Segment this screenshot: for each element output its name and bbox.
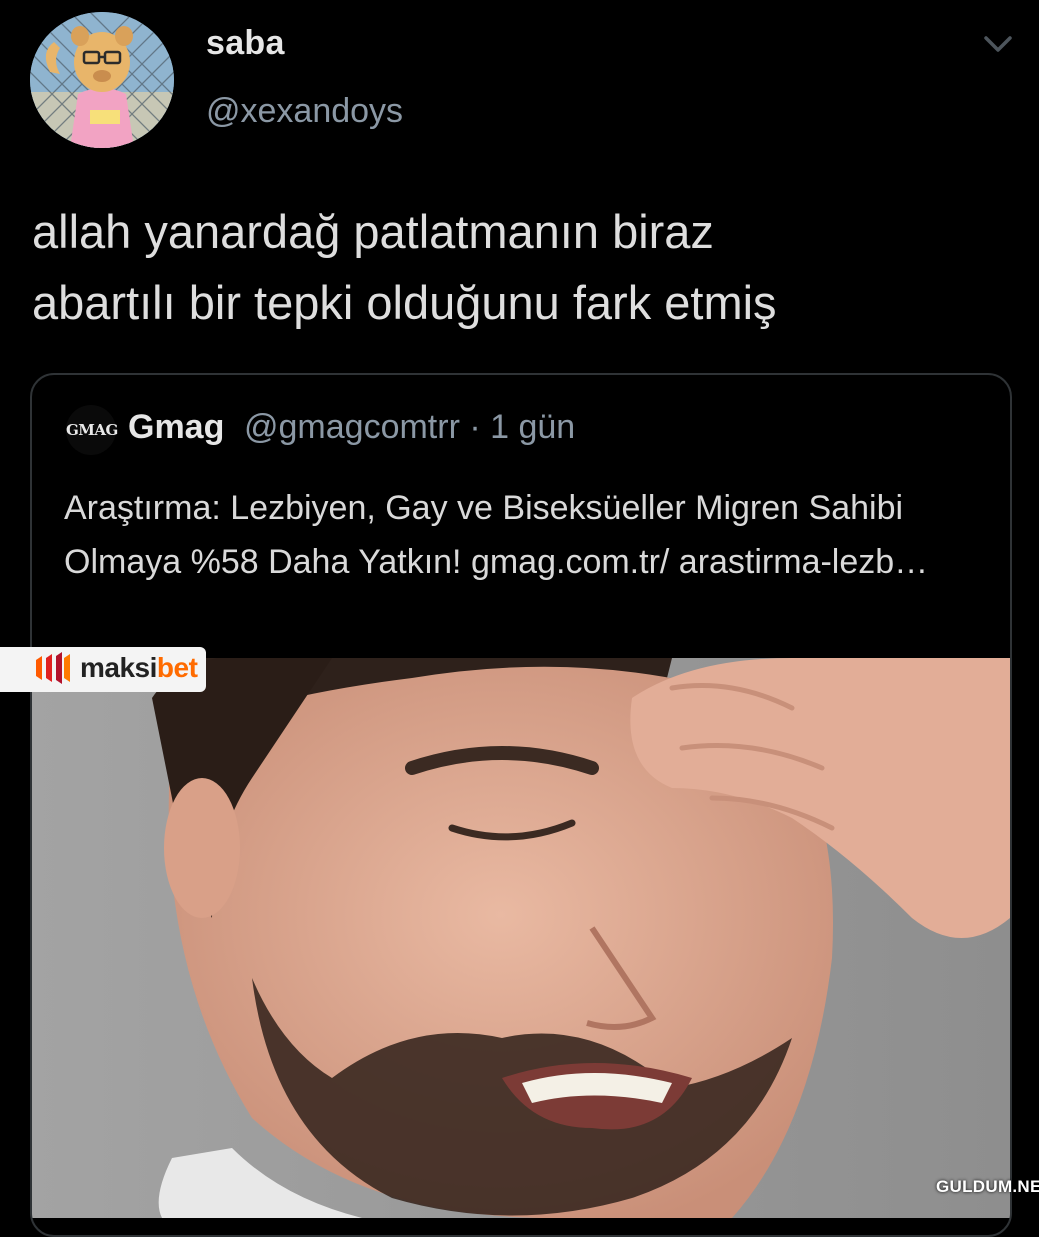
quoted-tweet-text: Araştırma: Lezbiyen, Gay ve Biseksüeller… — [64, 489, 929, 581]
user-avatar[interactable] — [30, 12, 174, 148]
brand-prefix: maksi — [80, 652, 157, 683]
tweet-text: allah yanardağ patlatmanın biraz abartıl… — [32, 205, 777, 329]
quoted-display-name[interactable]: Gmag — [128, 408, 224, 447]
tweet: saba @xexandoys allah yanardağ patlatman… — [0, 0, 1039, 1237]
user-display-name[interactable]: saba — [206, 24, 285, 63]
separator-dot: · — [469, 408, 481, 446]
quoted-handle-time: @gmagcomtrr · 1 gün — [244, 408, 575, 447]
maksibet-logo-icon — [34, 652, 74, 686]
brand-suffix: bet — [156, 652, 198, 683]
quoted-tweet-photo[interactable] — [32, 658, 1010, 1218]
site-watermark: GULDUM.NET — [936, 1177, 1039, 1196]
chevron-down-icon[interactable] — [978, 30, 1018, 60]
quoted-time[interactable]: 1 gün — [490, 408, 575, 446]
maksibet-brand-text: maksibet — [80, 652, 198, 684]
quoted-avatar[interactable]: GMAG — [66, 405, 118, 455]
user-handle[interactable]: @xexandoys — [206, 92, 403, 131]
quoted-tweet-card[interactable]: GMAG Gmag @gmagcomtrr · 1 gün Araştırma:… — [30, 373, 1012, 1237]
quoted-handle[interactable]: @gmagcomtrr — [244, 408, 460, 446]
